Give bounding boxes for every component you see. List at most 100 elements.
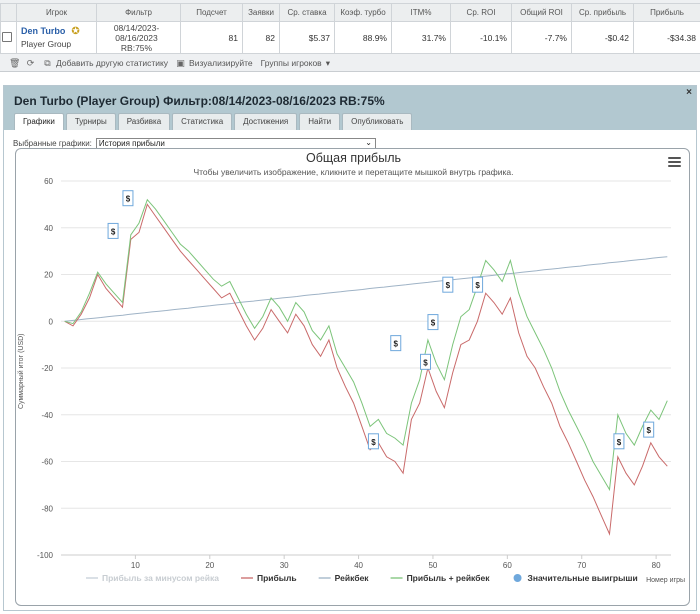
player-name-link[interactable]: Den Turbo bbox=[21, 26, 65, 36]
count-cell: 81 bbox=[180, 21, 243, 54]
series-line-profit bbox=[64, 203, 668, 536]
x-tick-label: 60 bbox=[503, 561, 512, 570]
filter-line-2: 08/16/2023 bbox=[115, 32, 158, 43]
add-stats-label: Добавить другую статистику bbox=[56, 58, 169, 68]
profit-cell: -$34.38 bbox=[633, 21, 700, 54]
filter-cell: 08/14/2023- 08/16/2023 RB:75% bbox=[96, 21, 181, 54]
panel-title: Den Turbo (Player Group) Фильтр:08/14/20… bbox=[14, 94, 385, 108]
col-header-player[interactable]: Игрок bbox=[16, 3, 97, 22]
player-groups-label: Группы игроков bbox=[260, 58, 322, 68]
y-tick-label: -60 bbox=[41, 458, 53, 467]
tab-achievements[interactable]: Достижения bbox=[234, 113, 298, 130]
player-groups-dropdown[interactable]: Группы игроков ▾ bbox=[261, 58, 330, 69]
big-win-label: $ bbox=[446, 281, 451, 290]
caret-down-icon: ▾ bbox=[325, 57, 330, 68]
y-tick-label: 40 bbox=[44, 224, 53, 233]
col-header-itm[interactable]: ITM% bbox=[391, 3, 451, 22]
player-cell: Den Turbo ✪ Player Group bbox=[16, 21, 97, 54]
y-tick-label: -20 bbox=[41, 364, 53, 373]
legend-item[interactable]: Рейкбек bbox=[335, 573, 370, 583]
panel-header: Den Turbo (Player Group) Фильтр:08/14/20… bbox=[4, 86, 696, 130]
chart-container[interactable]: Общая прибыль Чтобы увеличить изображени… bbox=[15, 148, 690, 606]
big-win-label: $ bbox=[475, 281, 480, 290]
stats-section: Игрок Фильтр Подсчет Заявки Ср. ставка К… bbox=[0, 0, 700, 72]
series-line-profit-plus bbox=[64, 198, 668, 492]
entries-cell: 82 bbox=[242, 21, 280, 54]
player-panel: Den Turbo (Player Group) Фильтр:08/14/20… bbox=[3, 85, 697, 611]
legend-item[interactable]: Прибыль + рейкбек bbox=[407, 573, 491, 583]
tab-find[interactable]: Найти bbox=[299, 113, 341, 130]
avg-profit-cell: -$0.42 bbox=[571, 21, 634, 54]
tab-charts[interactable]: Графики bbox=[14, 113, 64, 130]
visualize-button[interactable]: ▣ Визуализируйте bbox=[176, 57, 253, 68]
big-win-label: $ bbox=[431, 319, 436, 328]
x-tick-label: 40 bbox=[354, 561, 363, 570]
trash-icon[interactable]: 🗑 bbox=[9, 58, 20, 68]
avg-stake-cell: $5.37 bbox=[279, 21, 335, 54]
refresh-icon[interactable]: ⟳ bbox=[26, 58, 35, 68]
col-header-count[interactable]: Подсчет bbox=[180, 3, 243, 22]
col-header-profit[interactable]: Прибыль bbox=[633, 3, 700, 22]
stats-table: Игрок Фильтр Подсчет Заявки Ср. ставка К… bbox=[0, 3, 700, 54]
x-tick-label: 30 bbox=[280, 561, 289, 570]
chart-selector-label: Выбранные графики: bbox=[13, 139, 92, 148]
legend-item[interactable]: Прибыль bbox=[257, 573, 297, 583]
close-icon[interactable]: × bbox=[686, 87, 692, 98]
y-tick-label: 60 bbox=[44, 177, 53, 186]
row-checkbox-cell bbox=[0, 21, 17, 54]
x-tick-label: 80 bbox=[652, 561, 661, 570]
x-axis-title: Номер игры bbox=[646, 577, 685, 584]
x-tick-label: 10 bbox=[131, 561, 140, 570]
legend-item[interactable]: Значительные выигрыши bbox=[528, 573, 638, 583]
x-tick-label: 70 bbox=[577, 561, 586, 570]
image-icon: ▣ bbox=[176, 57, 185, 68]
filter-line-3: RB:75% bbox=[120, 42, 153, 53]
panel-tabs: Графики Турниры Разбивка Статистика Дост… bbox=[14, 113, 413, 130]
col-header-entries[interactable]: Заявки bbox=[242, 3, 280, 22]
big-win-label: $ bbox=[646, 426, 651, 435]
chart-selector-value: История прибыли bbox=[98, 139, 165, 148]
filter-line-1: 08/14/2023- bbox=[113, 22, 160, 33]
stats-toolbar: 🗑 ⟳ ⧉ Добавить другую статистику ▣ Визуали… bbox=[0, 56, 700, 70]
series-line-rakeback bbox=[64, 256, 668, 322]
big-win-label: $ bbox=[394, 340, 399, 349]
col-header-avg-stake[interactable]: Ср. ставка bbox=[279, 3, 335, 22]
col-header-avg-profit[interactable]: Ср. прибыль bbox=[571, 3, 634, 22]
big-win-label: $ bbox=[111, 227, 116, 236]
award-icon: ✪ bbox=[71, 26, 80, 37]
y-tick-label: 0 bbox=[49, 317, 54, 326]
row-checkbox[interactable] bbox=[2, 31, 12, 42]
big-win-label: $ bbox=[617, 438, 622, 447]
col-header-avg-roi[interactable]: Ср. ROI bbox=[450, 3, 512, 22]
avg-roi-cell: -10.1% bbox=[450, 21, 512, 54]
big-win-label: $ bbox=[371, 438, 376, 447]
tab-breakdown[interactable]: Разбивка bbox=[117, 113, 171, 130]
select-all-col bbox=[0, 3, 17, 22]
tab-publish[interactable]: Опубликовать bbox=[342, 113, 413, 130]
x-tick-label: 50 bbox=[428, 561, 437, 570]
stats-header-row: Игрок Фильтр Подсчет Заявки Ср. ставка К… bbox=[0, 3, 700, 22]
profit-chart[interactable]: -100 -80 -60 -40 -20 0 20 40 60 10 20 30 40 50 60 70 80 Н… bbox=[16, 149, 691, 607]
total-roi-cell: -7.7% bbox=[511, 21, 572, 54]
itm-cell: 31.7% bbox=[391, 21, 451, 54]
col-header-filter[interactable]: Фильтр bbox=[96, 3, 181, 22]
x-tick-label: 20 bbox=[205, 561, 214, 570]
table-row: Den Turbo ✪ Player Group 08/14/2023- 08/1… bbox=[0, 21, 700, 54]
y-tick-label: -100 bbox=[37, 551, 54, 560]
tab-tournaments[interactable]: Турниры bbox=[65, 113, 116, 130]
big-win-label: $ bbox=[423, 358, 428, 367]
big-win-label: $ bbox=[126, 195, 131, 204]
turbo-cell: 88.9% bbox=[334, 21, 392, 54]
legend-marker bbox=[513, 574, 522, 582]
player-group: Player Group bbox=[21, 39, 72, 49]
col-header-turbo[interactable]: Коэф. турбо bbox=[334, 3, 392, 22]
visualize-label: Визуализируйте bbox=[189, 58, 253, 68]
legend-item[interactable]: Прибыль за минусом рейка bbox=[102, 573, 219, 583]
y-tick-label: -80 bbox=[41, 504, 53, 513]
col-header-total-roi[interactable]: Общий ROI bbox=[511, 3, 572, 22]
y-tick-label: -40 bbox=[41, 411, 53, 420]
tab-statistics[interactable]: Статистика bbox=[172, 113, 233, 130]
y-tick-label: 20 bbox=[44, 271, 53, 280]
chevron-down-icon: ⌄ bbox=[365, 138, 372, 147]
add-stats-button[interactable]: ⧉ Добавить другую статистику bbox=[43, 58, 168, 68]
